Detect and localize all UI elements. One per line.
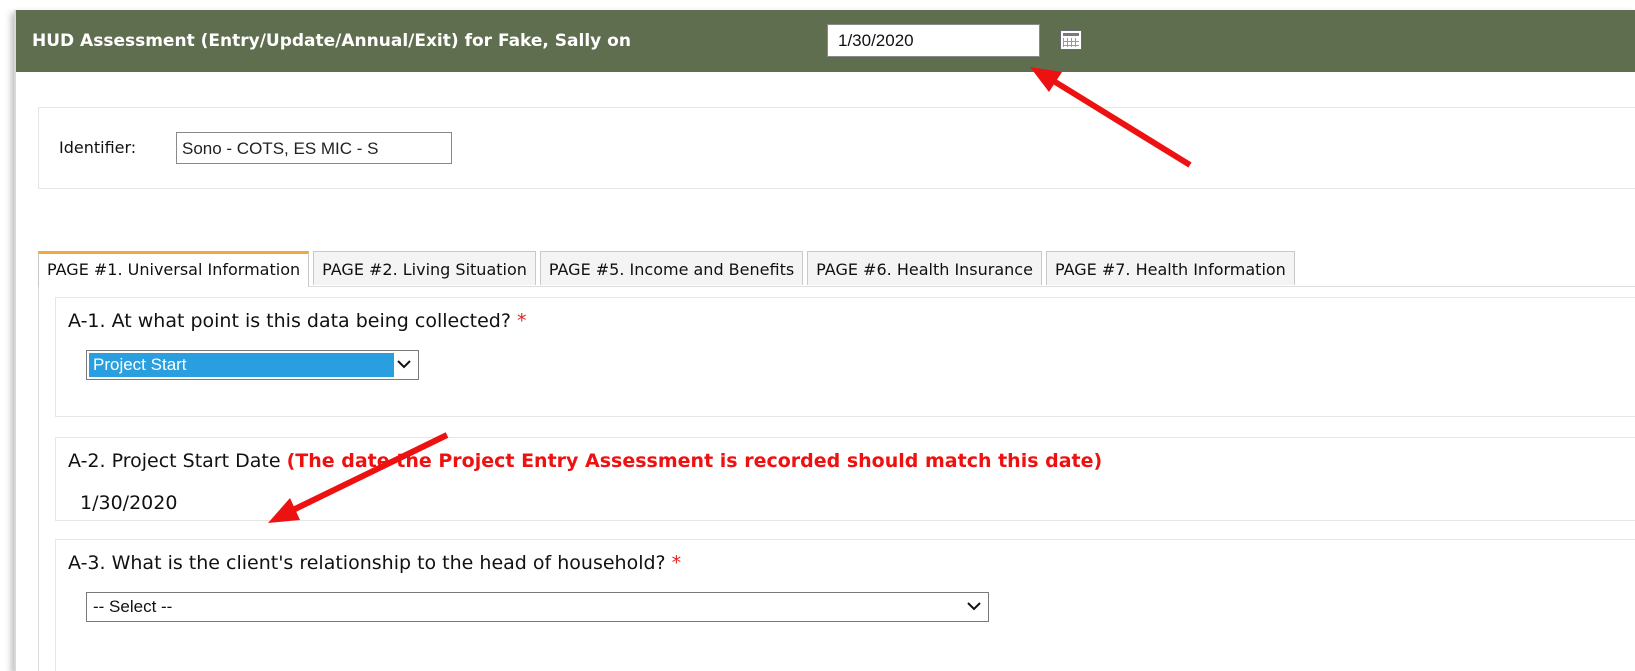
question-a2-label: A-2. Project Start Date (The date the Pr…: [68, 450, 1102, 472]
tab-health-insurance[interactable]: PAGE #6. Health Insurance: [807, 251, 1042, 285]
data-collection-stage-select[interactable]: Project Start: [86, 350, 419, 380]
tab-health-information[interactable]: PAGE #7. Health Information: [1045, 251, 1295, 285]
required-marker: *: [671, 552, 682, 574]
question-a3: A-3. What is the client's relationship t…: [55, 539, 1635, 671]
question-a1-text: A-1. At what point is this data being co…: [68, 310, 511, 332]
assessment-window: HUD Assessment (Entry/Update/Annual/Exit…: [14, 10, 1635, 671]
question-a2-note: (The date the Project Entry Assessment i…: [286, 450, 1103, 472]
page-tabs: PAGE #1. Universal Information PAGE #2. …: [38, 251, 1299, 287]
screenshot-frame: HUD Assessment (Entry/Update/Annual/Exit…: [0, 0, 1635, 671]
question-a3-text: A-3. What is the client's relationship t…: [68, 552, 666, 574]
relationship-to-head-select[interactable]: -- Select --: [86, 592, 989, 622]
tab-income-and-benefits[interactable]: PAGE #5. Income and Benefits: [539, 251, 804, 285]
chevron-down-icon: [967, 602, 981, 611]
project-start-date-value: 1/30/2020: [80, 492, 178, 514]
required-marker: *: [517, 310, 527, 332]
question-a2-text: A-2. Project Start Date: [68, 450, 281, 472]
question-a1-label: A-1. At what point is this data being co…: [68, 310, 527, 332]
question-a2: A-2. Project Start Date (The date the Pr…: [55, 437, 1635, 521]
relationship-to-head-value: -- Select --: [93, 597, 173, 616]
identifier-select[interactable]: Sono - COTS, ES MIC - S: [176, 132, 452, 164]
calendar-icon[interactable]: [1060, 30, 1082, 50]
question-a3-label: A-3. What is the client's relationship t…: [68, 552, 681, 574]
tab-universal-information[interactable]: PAGE #1. Universal Information: [38, 251, 310, 287]
chevron-down-icon: [397, 360, 411, 369]
assessment-title: HUD Assessment (Entry/Update/Annual/Exit…: [32, 31, 631, 51]
tab-living-situation[interactable]: PAGE #2. Living Situation: [313, 251, 536, 285]
question-a1: A-1. At what point is this data being co…: [55, 297, 1635, 417]
identifier-label: Identifier:: [59, 138, 137, 157]
assessment-header: HUD Assessment (Entry/Update/Annual/Exit…: [16, 10, 1635, 72]
tab-content-panel: A-1. At what point is this data being co…: [38, 286, 1635, 671]
data-collection-stage-value: Project Start: [89, 353, 394, 377]
assessment-date-input[interactable]: 1/30/2020: [827, 24, 1040, 57]
identifier-section: Identifier: Sono - COTS, ES MIC - S: [38, 107, 1635, 189]
